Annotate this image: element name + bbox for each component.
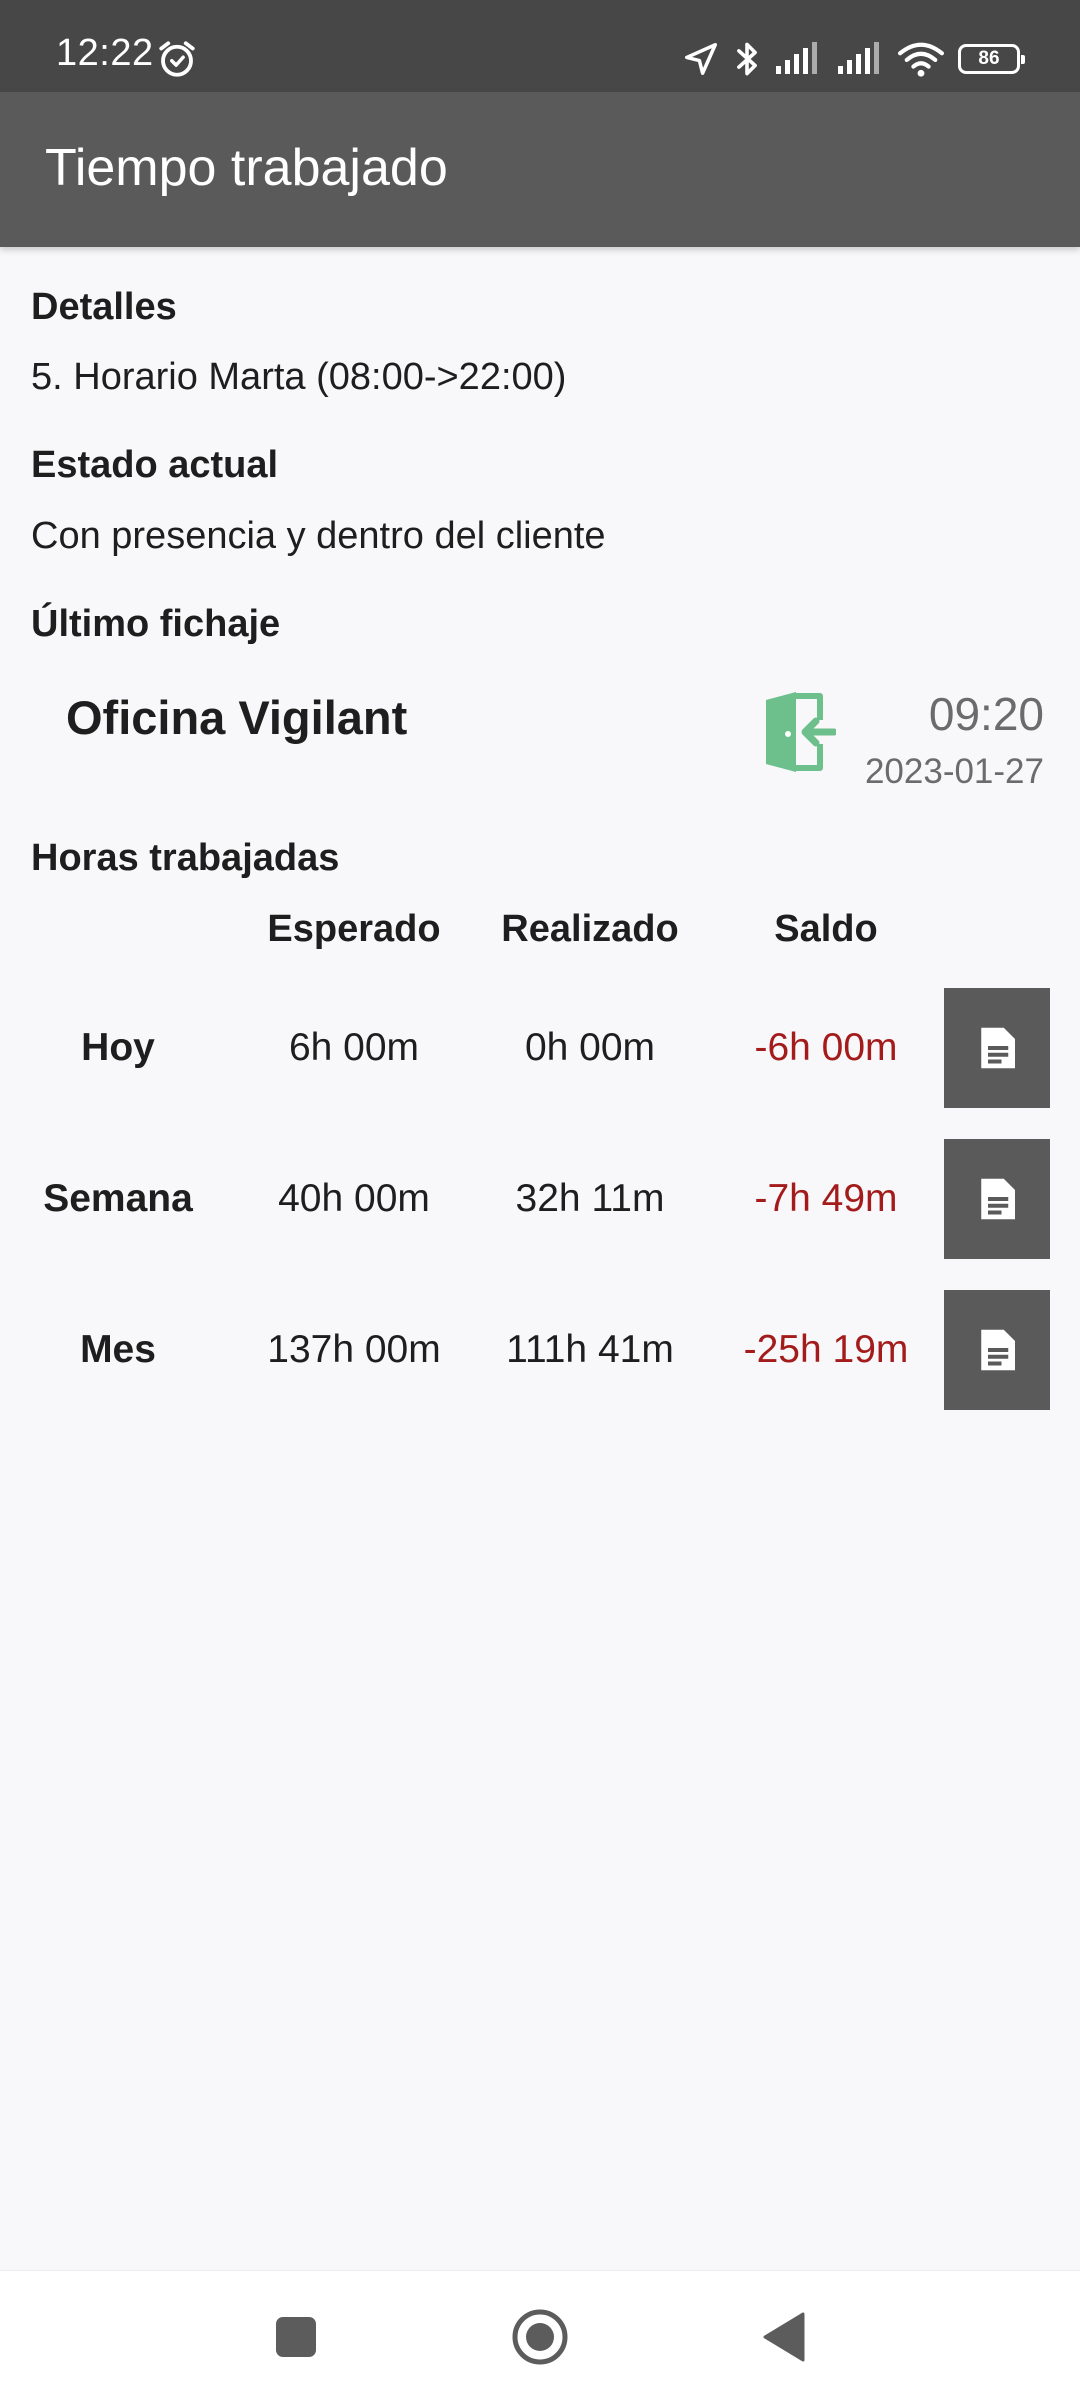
balance-value: -7h 49m bbox=[754, 1177, 898, 1220]
back-icon bbox=[763, 2312, 805, 2362]
expected-value: 40h 00m bbox=[278, 1177, 430, 1220]
day-report-button[interactable] bbox=[944, 988, 1050, 1108]
table-row: Semana 40h 00m 32h 11m -7h 49m bbox=[0, 1139, 1080, 1259]
done-value: 111h 41m bbox=[506, 1328, 674, 1371]
balance-value: -6h 00m bbox=[754, 1026, 898, 1069]
last-check-location: Oficina Vigilant bbox=[66, 691, 408, 744]
hours-label: Horas trabajadas bbox=[31, 837, 340, 879]
last-check-label: Último fichaje bbox=[31, 603, 281, 645]
navigation-bar bbox=[0, 2270, 1080, 2401]
done-value: 32h 11m bbox=[515, 1177, 665, 1220]
current-state-value: Con presencia y dentro del cliente bbox=[31, 515, 606, 557]
alarm-icon bbox=[159, 41, 195, 77]
signal-icon bbox=[838, 42, 879, 74]
bluetooth-icon bbox=[737, 42, 757, 76]
recent-apps-icon bbox=[276, 2317, 316, 2357]
row-label: Hoy bbox=[81, 1026, 155, 1069]
row-label: Semana bbox=[43, 1177, 193, 1220]
status-icons: 86 bbox=[682, 36, 1025, 82]
column-balance: Saldo bbox=[774, 908, 878, 950]
details-label: Detalles bbox=[31, 286, 177, 328]
location-arrow-icon bbox=[685, 43, 717, 75]
expected-value: 6h 00m bbox=[288, 1026, 420, 1069]
document-icon bbox=[981, 1329, 1015, 1371]
expected-value: 137h 00m bbox=[267, 1328, 441, 1371]
details-value: 5. Horario Marta (08:00->22:00) bbox=[31, 356, 567, 398]
wifi-icon bbox=[898, 42, 944, 77]
column-done: Realizado bbox=[501, 908, 679, 950]
week-report-button[interactable] bbox=[944, 1139, 1050, 1259]
done-value: 0h 00m bbox=[524, 1026, 656, 1069]
table-row: Mes 137h 00m 111h 41m -25h 19m bbox=[0, 1290, 1080, 1410]
current-state-label: Estado actual bbox=[31, 444, 279, 486]
month-report-button[interactable] bbox=[944, 1290, 1050, 1410]
row-label: Mes bbox=[80, 1328, 156, 1371]
last-check-time: 09:20 bbox=[928, 688, 1044, 740]
home-button[interactable] bbox=[508, 2305, 572, 2369]
status-time: 12:22 bbox=[56, 32, 154, 74]
signal-icon bbox=[776, 42, 817, 74]
battery-icon: 86 bbox=[958, 44, 1025, 74]
status-bar: 12:22 86 bbox=[0, 0, 1080, 92]
balance-value: -25h 19m bbox=[743, 1328, 909, 1371]
table-row: Hoy 6h 00m 0h 00m -6h 00m bbox=[0, 988, 1080, 1108]
column-expected: Esperado bbox=[267, 908, 441, 950]
recent-apps-button[interactable] bbox=[264, 2305, 328, 2369]
home-icon bbox=[512, 2309, 568, 2365]
page-title: Tiempo trabajado bbox=[45, 139, 448, 197]
document-icon bbox=[981, 1178, 1015, 1220]
last-check-date: 2023-01-27 bbox=[864, 752, 1044, 791]
back-button[interactable] bbox=[752, 2305, 816, 2369]
door-enter-icon bbox=[766, 692, 836, 772]
document-icon bbox=[981, 1027, 1015, 1069]
battery-level: 86 bbox=[978, 48, 1000, 69]
app-bar: Tiempo trabajado bbox=[0, 92, 1080, 247]
